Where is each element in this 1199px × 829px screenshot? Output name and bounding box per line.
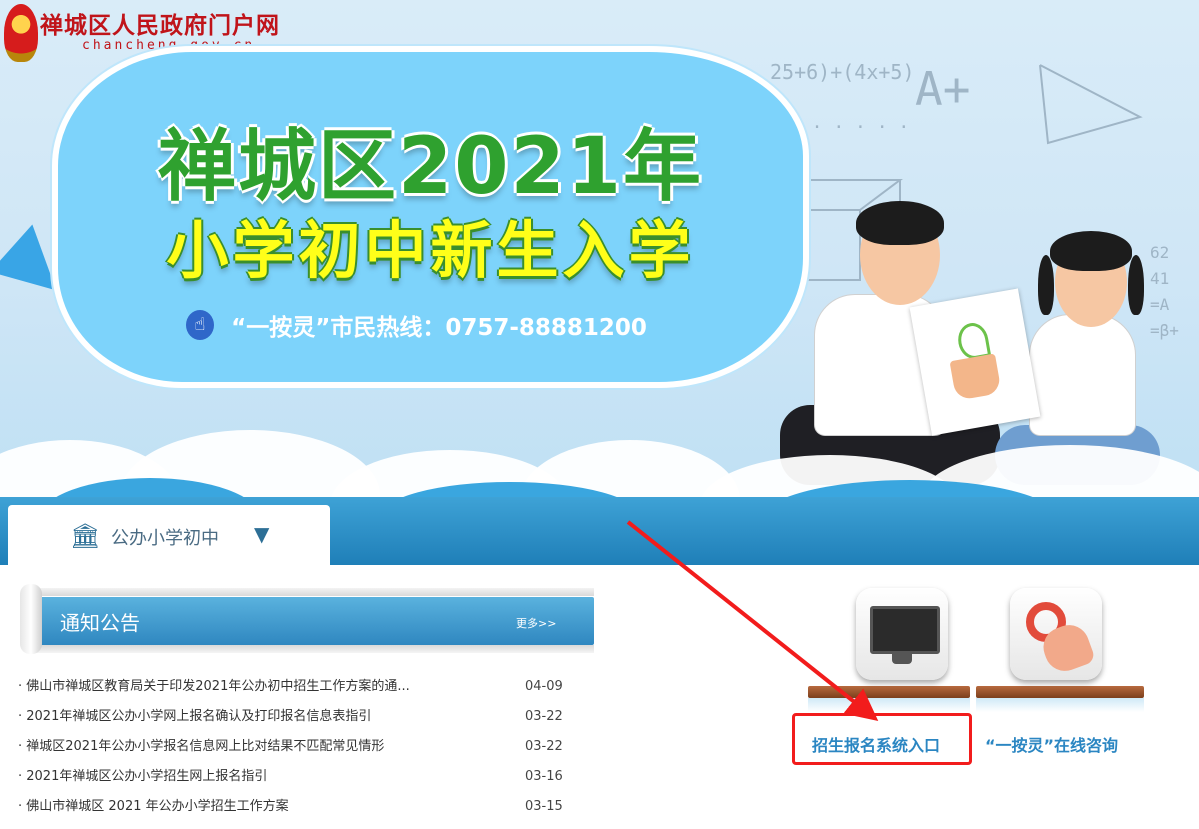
shelf-shadow [976, 698, 1144, 712]
list-item[interactable]: · 佛山市禅城区 2021 年公办小学招生工作方案 03-15 [18, 794, 578, 824]
hand-touch-icon: ☝ [186, 310, 214, 340]
title-cloud: 禅城区2021年 小学初中新生入学 ☝ “一按灵”市民热线：0757-88881… [52, 46, 809, 388]
list-item[interactable]: · 2021年禅城区公办小学网上报名确认及打印报名信息表指引 03-22 [18, 704, 578, 734]
paper-plane-icon [0, 224, 57, 310]
scroll-decoration-bottom [34, 645, 594, 653]
notice-item-date: 03-22 [525, 709, 563, 724]
more-link[interactable]: 更多>> [516, 615, 556, 631]
tab-public-primary-junior[interactable]: 🏛 公办小学初中 ▼ [8, 505, 330, 565]
scroll-decoration-top [34, 588, 594, 596]
notice-list: · 佛山市禅城区教育局关于印发2021年公办初中招生工作方案的通... 04-0… [18, 674, 578, 824]
notice-header: 通知公告 更多>> [28, 597, 594, 645]
notice-item-date: 03-22 [525, 739, 563, 754]
scroll-roll-left [20, 584, 42, 654]
online-consult-button[interactable] [1010, 588, 1102, 680]
hotline-text: “一按灵”市民热线：0757-88881200 [231, 315, 647, 341]
plant-drawing [909, 288, 1041, 436]
site-name: 禅城区人民政府门户网 [40, 12, 280, 39]
registration-system-button[interactable] [856, 588, 948, 680]
hotline-row: ☝ “一按灵”市民热线：0757-88881200 [186, 308, 647, 342]
notice-item-date: 03-16 [525, 769, 563, 784]
shelf-shadow [808, 698, 970, 712]
notice-item-title[interactable]: · 佛山市禅城区 2021 年公办小学招生工作方案 [18, 794, 289, 820]
notice-item-date: 03-15 [525, 799, 563, 814]
list-item[interactable]: · 2021年禅城区公办小学招生网上报名指引 03-16 [18, 764, 578, 794]
monitor-icon [870, 606, 940, 654]
notice-item-title[interactable]: · 禅城区2021年公办小学报名信息网上比对结果不匹配常见情形 [18, 734, 384, 760]
banner-subtitle: 小学初中新生入学 [166, 214, 695, 287]
triangle-down-icon[interactable]: ▼ [254, 522, 269, 546]
notice-item-date: 04-09 [525, 679, 563, 694]
notice-item-title[interactable]: · 佛山市禅城区教育局关于印发2021年公办初中招生工作方案的通... [18, 674, 410, 700]
triangle-doodle-icon [1039, 64, 1143, 145]
wood-shelf [976, 686, 1144, 698]
banner: 25+6)+(4x+5) A+ = . . . . . 62 41 =A =β+ 禅城… [0, 0, 1199, 500]
notice-title: 通知公告 [60, 611, 140, 635]
notice-item-title[interactable]: · 2021年禅城区公办小学招生网上报名指引 [18, 764, 267, 790]
highlight-box [792, 713, 972, 765]
tab-label: 公办小学初中 [111, 528, 219, 549]
national-emblem-icon [4, 4, 38, 62]
notice-item-title[interactable]: · 2021年禅城区公办小学网上报名确认及打印报名信息表指引 [18, 704, 371, 730]
institution-icon: 🏛 [70, 522, 101, 550]
list-item[interactable]: · 禅城区2021年公办小学报名信息网上比对结果不匹配常见情形 03-22 [18, 734, 578, 764]
online-consult-link[interactable]: “一按灵”在线咨询 [985, 732, 1118, 756]
monitor-stand [892, 654, 912, 664]
tab-bar: 🏛 公办小学初中 ▼ [0, 497, 1199, 565]
list-item[interactable]: · 佛山市禅城区教育局关于印发2021年公办初中招生工作方案的通... 04-0… [18, 674, 578, 704]
wood-shelf [808, 686, 970, 698]
